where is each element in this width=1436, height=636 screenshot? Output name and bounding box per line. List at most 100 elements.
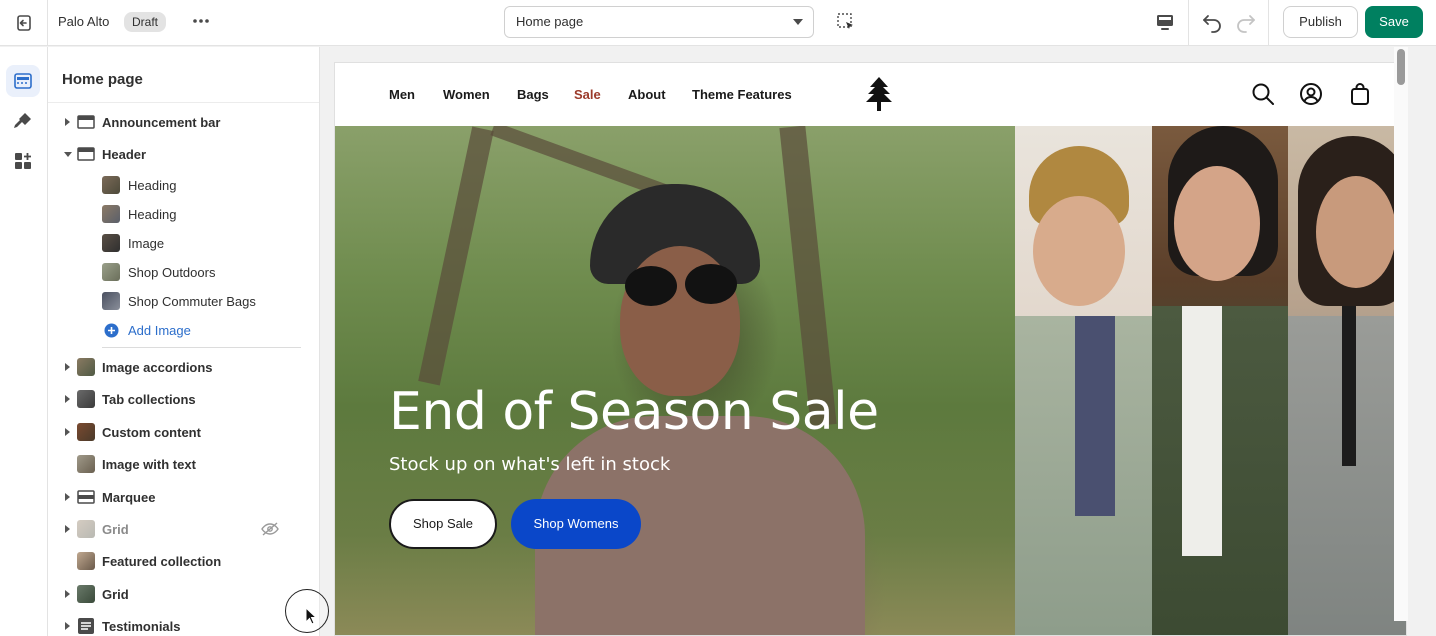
top-bar: Palo Alto Draft Home page Publish Save [0, 0, 1436, 46]
section-featured-collection[interactable]: Featured collection [48, 547, 319, 575]
block-label: Image [128, 235, 165, 251]
text-block-icon [78, 618, 94, 634]
divider [1268, 0, 1269, 46]
block-label: Shop Outdoors [128, 264, 216, 280]
block-heading-2[interactable]: Heading [48, 201, 319, 227]
sunglasses-lens [625, 266, 677, 306]
eye-off-icon[interactable] [261, 522, 279, 536]
page-select[interactable]: Home page [504, 6, 814, 38]
account-icon[interactable] [1299, 82, 1323, 106]
nav-bags[interactable]: Bags [517, 87, 549, 102]
inspector-button[interactable] [834, 10, 858, 34]
page-select-value: Home page [516, 14, 584, 29]
portrait-woman-1 [1152, 126, 1288, 635]
section-grid-hidden[interactable]: Grid [48, 515, 319, 543]
select-cursor-icon [837, 13, 853, 29]
section-announcement-bar[interactable]: Announcement bar [48, 108, 319, 136]
tree-trunk [418, 126, 494, 386]
divider [48, 102, 319, 103]
block-label: Heading [128, 206, 177, 222]
section-label: Testimonials [102, 618, 181, 634]
section-label: Announcement bar [102, 114, 221, 130]
section-image-with-text[interactable]: Image with text [48, 450, 319, 478]
section-bar-icon [77, 490, 95, 504]
section-label: Custom content [102, 424, 201, 440]
divider [102, 347, 301, 348]
more-actions-button[interactable] [190, 10, 212, 32]
image-thumbnail [102, 176, 120, 194]
block-shop-outdoors[interactable]: Shop Outdoors [48, 259, 319, 285]
nav-theme-features[interactable]: Theme Features [692, 87, 792, 102]
section-label: Image accordions [102, 359, 213, 375]
storefront-preview[interactable]: Men Women Bags Sale About Theme Features… [334, 62, 1407, 636]
section-label: Grid [102, 586, 129, 602]
search-icon[interactable] [1251, 82, 1275, 106]
section-label: Tab collections [102, 391, 196, 407]
block-shop-commuter-bags[interactable]: Shop Commuter Bags [48, 288, 319, 314]
desktop-view-button[interactable] [1152, 10, 1178, 34]
desktop-icon [1157, 15, 1173, 30]
apps-tab[interactable] [6, 145, 40, 177]
redo-button[interactable] [1234, 10, 1258, 34]
expand-arrow-icon[interactable] [65, 493, 70, 501]
collapse-arrow-icon[interactable] [64, 151, 72, 157]
section-label: Marquee [102, 489, 156, 505]
section-header[interactable]: Header [48, 140, 319, 168]
section-thumbnail [77, 455, 95, 473]
panel-title: Home page [62, 71, 143, 88]
tree-logo-icon[interactable] [864, 76, 894, 112]
more-horizontal-icon [193, 19, 209, 23]
expand-arrow-icon[interactable] [65, 428, 70, 436]
cart-bag-icon[interactable] [1348, 82, 1372, 106]
image-thumbnail [102, 205, 120, 223]
block-label: Heading [128, 177, 177, 193]
sections-tab[interactable] [6, 65, 40, 97]
save-button[interactable]: Save [1365, 6, 1423, 38]
scrollbar-thumb[interactable] [1397, 49, 1405, 85]
section-tab-collections[interactable]: Tab collections [48, 385, 319, 413]
cursor-highlight [285, 589, 329, 633]
section-thumbnail [77, 520, 95, 538]
section-image-accordions[interactable]: Image accordions [48, 353, 319, 381]
nav-sale[interactable]: Sale [574, 87, 601, 102]
section-thumbnail [77, 390, 95, 408]
sections-panel: Home page Announcement bar Header Headin… [48, 47, 320, 636]
chevron-down-icon [793, 19, 803, 25]
expand-arrow-icon[interactable] [65, 363, 70, 371]
image-thumbnail [102, 263, 120, 281]
hero-title: End of Season Sale [389, 382, 879, 442]
section-bar-icon [77, 147, 95, 161]
exit-button[interactable] [0, 0, 48, 46]
add-image-button[interactable]: Add Image [48, 317, 319, 343]
section-custom-content[interactable]: Custom content [48, 418, 319, 446]
expand-arrow-icon[interactable] [65, 118, 70, 126]
section-label: Grid [102, 521, 129, 537]
section-thumbnail [77, 552, 95, 570]
block-heading-1[interactable]: Heading [48, 172, 319, 198]
block-image[interactable]: Image [48, 230, 319, 256]
section-grid[interactable]: Grid [48, 580, 319, 608]
shop-sale-button[interactable]: Shop Sale [389, 499, 497, 549]
expand-arrow-icon[interactable] [65, 395, 70, 403]
section-thumbnail [77, 423, 95, 441]
exit-icon [16, 15, 31, 31]
nav-women[interactable]: Women [443, 87, 490, 102]
nav-about[interactable]: About [628, 87, 666, 102]
preview-scrollbar[interactable] [1394, 47, 1408, 621]
theme-settings-tab[interactable] [6, 105, 40, 137]
publish-button[interactable]: Publish [1283, 6, 1358, 38]
expand-arrow-icon[interactable] [65, 590, 70, 598]
paintbrush-icon [14, 113, 31, 128]
undo-icon [1203, 15, 1221, 33]
section-marquee[interactable]: Marquee [48, 483, 319, 511]
undo-button[interactable] [1200, 10, 1224, 34]
expand-arrow-icon[interactable] [65, 622, 70, 630]
jacket-panel [1075, 316, 1115, 516]
add-image-label: Add Image [128, 322, 191, 338]
strap [1342, 306, 1356, 466]
portrait-strip [1015, 126, 1406, 635]
nav-men[interactable]: Men [389, 87, 415, 102]
expand-arrow-icon[interactable] [65, 525, 70, 533]
section-testimonials[interactable]: Testimonials [48, 612, 319, 636]
shop-womens-button[interactable]: Shop Womens [511, 499, 641, 549]
